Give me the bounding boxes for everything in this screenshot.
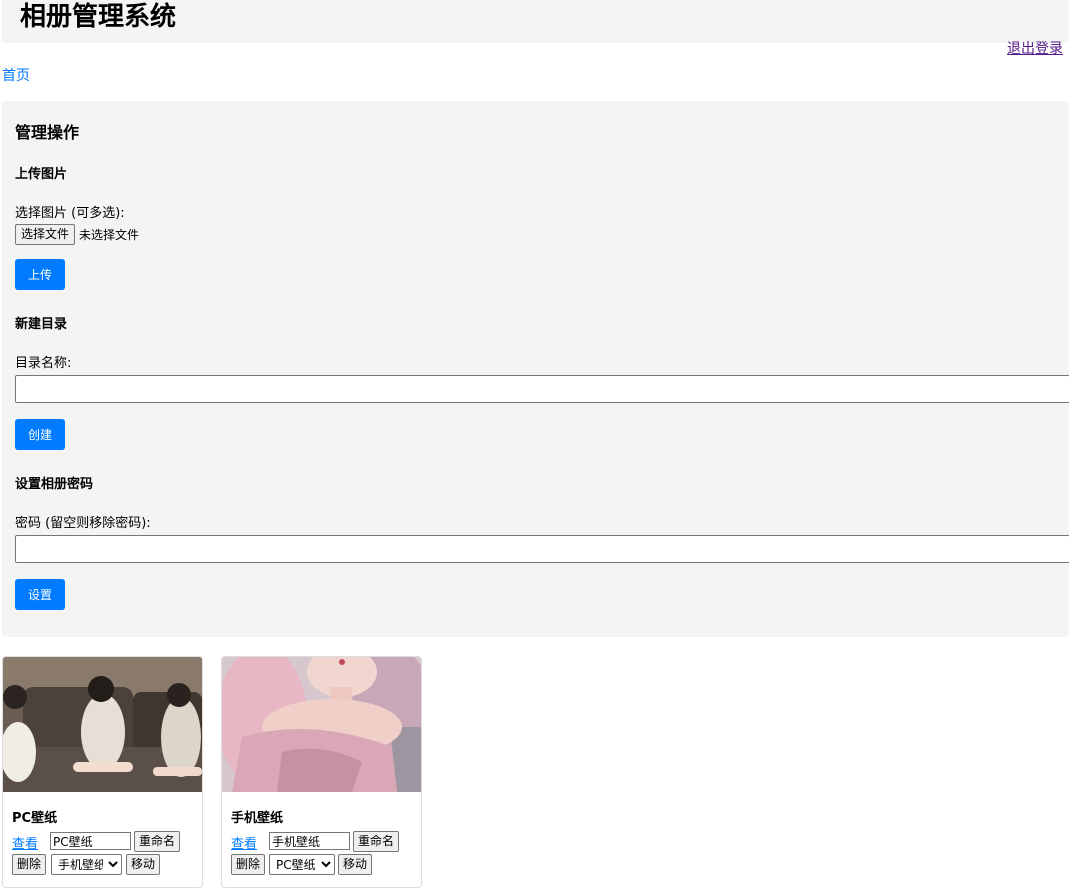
album-cover-image[interactable] xyxy=(222,657,421,792)
upload-field-label: 选择图片 (可多选): xyxy=(15,206,125,221)
app-title: 相册管理系统 xyxy=(20,2,177,32)
panel-title: 管理操作 xyxy=(15,123,80,142)
album-card: 手机壁纸 查看 重命名 删除 PC壁纸 移动 xyxy=(221,656,422,888)
folder-name-label: 目录名称: xyxy=(15,356,72,371)
album-cover-image[interactable] xyxy=(3,657,202,792)
view-album-link[interactable]: 查看 xyxy=(231,833,257,852)
password-label: 密码 (留空则移除密码): xyxy=(15,516,151,531)
album-name: PC壁纸 xyxy=(12,811,58,826)
choose-file-button[interactable]: 选择文件 xyxy=(15,224,76,245)
upload-section-title: 上传图片 xyxy=(15,167,68,182)
password-input[interactable] xyxy=(15,535,1069,563)
new-folder-section-title: 新建目录 xyxy=(15,317,68,332)
rename-input[interactable] xyxy=(50,832,131,850)
folder-name-input[interactable] xyxy=(15,375,1069,403)
create-folder-button[interactable]: 创建 xyxy=(15,419,65,450)
album-card: PC壁纸 查看 重命名 删除 手机壁纸 移动 xyxy=(2,656,203,888)
file-status-text: 未选择文件 xyxy=(79,228,140,242)
rename-button[interactable]: 重命名 xyxy=(353,831,400,852)
rename-input[interactable] xyxy=(269,832,350,850)
set-password-button[interactable]: 设置 xyxy=(15,579,65,610)
admin-panel: 管理操作 上传图片 选择图片 (可多选): 选择文件 未选择文件 上传 新建目录… xyxy=(2,101,1069,637)
password-section-title: 设置相册密码 xyxy=(15,477,94,492)
breadcrumb-home-link[interactable]: 首页 xyxy=(2,65,30,85)
upload-button[interactable]: 上传 xyxy=(15,259,65,290)
logout-link[interactable]: 退出登录 xyxy=(1007,38,1063,58)
file-picker: 选择文件 未选择文件 xyxy=(15,224,139,245)
view-album-link[interactable]: 查看 xyxy=(12,833,38,852)
rename-button[interactable]: 重命名 xyxy=(134,831,181,852)
header-bar: 相册管理系统 xyxy=(2,0,1069,43)
album-name: 手机壁纸 xyxy=(231,811,284,826)
